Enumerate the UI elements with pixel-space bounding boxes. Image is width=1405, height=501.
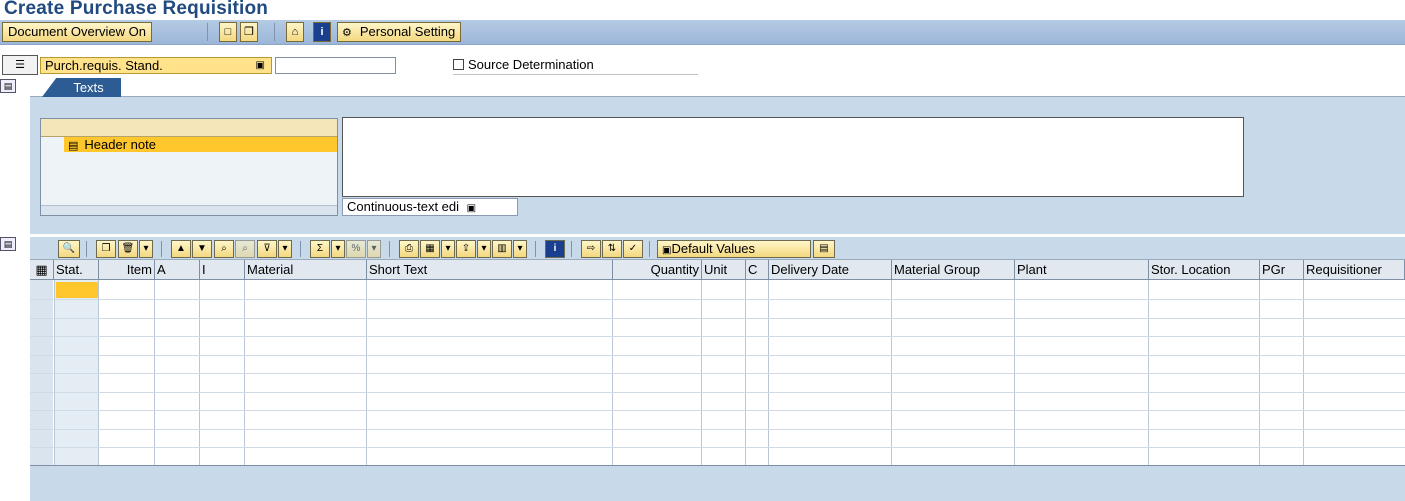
source-determination-label: Source Determination	[468, 57, 594, 72]
document-type-value: Purch.requis. Stand.	[45, 58, 163, 73]
toolbar-separator	[161, 241, 162, 257]
table-row[interactable]	[30, 373, 1405, 374]
source-assignment-icon[interactable]: ⇅	[602, 240, 622, 258]
column-header-plant[interactable]: Plant	[1015, 260, 1149, 280]
tree-header	[41, 119, 337, 137]
info-icon[interactable]: i	[313, 22, 331, 42]
copy-row-icon[interactable]: ❐	[96, 240, 116, 258]
editor-mode-select[interactable]: Continuous-text edi ▣	[342, 198, 518, 216]
column-header-a[interactable]: A	[155, 260, 200, 280]
shopping-cart-icon[interactable]: ☰	[2, 55, 38, 75]
column-header-i[interactable]: I	[200, 260, 245, 280]
tree-item-label: Header note	[84, 137, 156, 152]
column-header-unit[interactable]: Unit	[702, 260, 746, 280]
toolbar-separator	[300, 241, 301, 257]
column-header-storage-location[interactable]: Stor. Location	[1149, 260, 1260, 280]
find-icon[interactable]: ⌕	[214, 240, 234, 258]
column-header-material[interactable]: Material	[245, 260, 367, 280]
toolbar-separator	[535, 241, 536, 257]
settings-icon: ⚙	[342, 27, 352, 39]
print-icon[interactable]: ⎙	[399, 240, 419, 258]
text-types-tree: ▤ Header note	[40, 118, 338, 216]
column-header-c[interactable]: C	[746, 260, 769, 280]
export-icon[interactable]: ⇪	[456, 240, 476, 258]
details-icon[interactable]: 🔍	[58, 240, 80, 258]
table-row[interactable]	[30, 318, 1405, 319]
application-toolbar: Document Overview On □ ❐ ⌂ i ⚙ Personal S…	[0, 20, 1405, 45]
document-icon: ▤	[68, 140, 79, 152]
toolbar-separator	[649, 241, 650, 257]
sort-descending-icon[interactable]: ▼	[192, 240, 212, 258]
checkbox-icon[interactable]	[453, 59, 464, 70]
table-row[interactable]	[30, 429, 1405, 430]
toolbar-separator	[389, 241, 390, 257]
table-row[interactable]	[30, 447, 1405, 448]
column-header-item[interactable]: Item	[99, 260, 155, 280]
default-values-button[interactable]: ▣Default Values	[657, 240, 811, 258]
default-values-label: Default Values	[671, 241, 756, 256]
table-bottom-border	[30, 465, 1405, 466]
tab-texts[interactable]: Texts	[42, 78, 121, 97]
release-icon[interactable]: ✓	[623, 240, 643, 258]
personal-setting-button[interactable]: ⚙ Personal Setting	[337, 22, 462, 42]
toolbar-separator	[571, 241, 572, 257]
table-row[interactable]	[30, 336, 1405, 337]
table-row[interactable]	[30, 299, 1405, 300]
views-icon[interactable]: ▦	[420, 240, 440, 258]
delete-row-icon[interactable]: 🗑	[118, 240, 138, 258]
column-header-pgr[interactable]: PGr	[1260, 260, 1304, 280]
column-header-material-group[interactable]: Material Group	[892, 260, 1015, 280]
column-header-requisitioner[interactable]: Requisitioner	[1304, 260, 1405, 280]
filter-icon[interactable]: ⊽	[257, 240, 277, 258]
table-row[interactable]	[30, 355, 1405, 356]
layout-icon[interactable]: ▥	[492, 240, 512, 258]
dropdown-icon[interactable]: ▣	[256, 58, 265, 73]
subtotal-icon[interactable]: %	[346, 240, 366, 258]
toolbar-separator	[207, 23, 208, 41]
toolbar-separator	[86, 241, 87, 257]
copy-document-icon[interactable]: ❐	[240, 22, 258, 42]
dropdown-icon[interactable]: ▣	[467, 203, 476, 214]
select-all-icon[interactable]: ▦	[30, 260, 54, 280]
dropdown-icon[interactable]: ▾	[513, 240, 527, 258]
dropdown-icon[interactable]: ▾	[331, 240, 345, 258]
dropdown-icon[interactable]: ▾	[367, 240, 381, 258]
column-settings-icon[interactable]: ▤	[813, 240, 835, 258]
column-header-quantity[interactable]: Quantity	[613, 260, 702, 280]
dropdown-icon[interactable]: ▾	[278, 240, 292, 258]
column-header-status[interactable]: Stat.	[54, 260, 99, 280]
dropdown-icon[interactable]: ▾	[139, 240, 153, 258]
account-assignment-icon[interactable]: ⇨	[581, 240, 601, 258]
document-number-input[interactable]	[275, 57, 396, 74]
active-cell[interactable]	[56, 282, 98, 298]
dropdown-icon[interactable]: ▾	[477, 240, 491, 258]
items-toolbar: 🔍 ❐ 🗑 ▾ ▲ ▼ ⌕ ⌕ ⊽ ▾ Σ ▾ % ▾ ⎙ ▦ ▾ ⇪ ▾ ▥ …	[30, 238, 1405, 260]
column-header-delivery-date[interactable]: Delivery Date	[769, 260, 892, 280]
table-row[interactable]	[30, 410, 1405, 411]
new-document-icon[interactable]: □	[219, 22, 237, 42]
dropdown-icon[interactable]: ▾	[441, 240, 455, 258]
find-next-icon[interactable]: ⌕	[235, 240, 255, 258]
table-row[interactable]	[30, 392, 1405, 393]
personal-setting-label: Personal Setting	[359, 24, 456, 39]
sort-ascending-icon[interactable]: ▲	[171, 240, 191, 258]
collapse-items-icon[interactable]: ▤	[0, 237, 16, 251]
editor-mode-value: Continuous-text edi	[347, 199, 460, 214]
document-overview-button[interactable]: Document Overview On	[2, 22, 152, 42]
info-icon[interactable]: i	[545, 240, 565, 258]
hold-icon[interactable]: ⌂	[286, 22, 304, 42]
column-header-short-text[interactable]: Short Text	[367, 260, 613, 280]
document-type-select[interactable]: Purch.requis. Stand. ▣	[40, 57, 272, 74]
source-determination-checkbox[interactable]: Source Determination	[453, 57, 698, 75]
sum-icon[interactable]: Σ	[310, 240, 330, 258]
tree-item-header-note[interactable]: ▤ Header note	[64, 137, 337, 152]
collapse-header-icon[interactable]: ▤	[0, 79, 16, 93]
text-editor[interactable]	[342, 117, 1244, 197]
items-table: ▦ Stat. Item A I Material Short Text Qua…	[30, 260, 1405, 466]
tree-scrollbar[interactable]	[41, 205, 337, 215]
page-title: Create Purchase Requisition	[4, 0, 269, 19]
toolbar-separator	[274, 23, 275, 41]
